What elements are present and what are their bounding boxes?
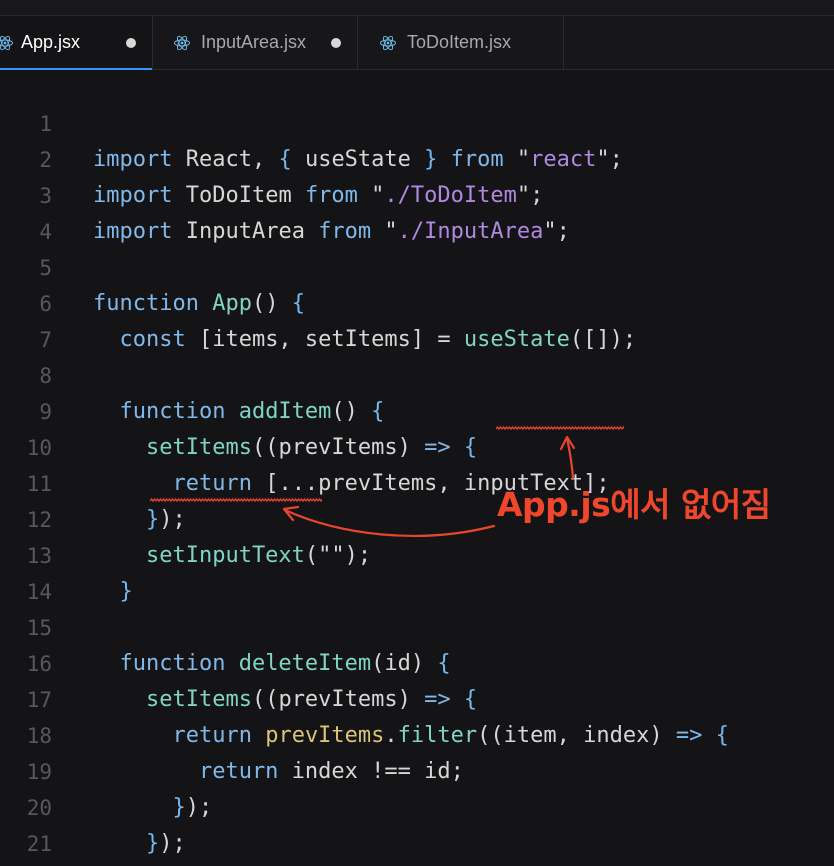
react-icon <box>174 35 190 51</box>
code-line: 1 import React, { useState } from "react… <box>0 70 834 172</box>
code-line: 21 } <box>0 790 834 856</box>
code-line: 9 setItems((prevItems) => { <box>0 358 834 460</box>
error-squiggle-setinputtext <box>150 497 322 503</box>
react-icon <box>0 35 13 51</box>
code-line: 18 return index !== id; <box>0 682 834 784</box>
code-line: 17 return prevItems.filter((item, index)… <box>0 646 834 748</box>
code-line: 8 function addItem() { <box>0 322 834 424</box>
tab-label: InputArea.jsx <box>201 32 307 52</box>
tab-todoitem-jsx[interactable]: ToDoItem.jsx <box>358 16 564 69</box>
code-line: 14 <box>0 538 834 604</box>
annotation-label: App.js에서 없어짐 <box>497 485 771 524</box>
code-line: 16 setItems((prevItems) => { <box>0 610 834 712</box>
code-line: 11 }); <box>0 430 834 532</box>
code-line: 4 <box>0 178 834 244</box>
code-line: 10 return [...prevItems, inputText]; <box>0 394 834 496</box>
tab-label: ToDoItem.jsx <box>407 32 512 52</box>
code-line: 2 import ToDoItem from "./ToDoItem"; <box>0 106 834 208</box>
code-line: 19 }); <box>0 718 834 820</box>
error-squiggle-inputtext <box>496 425 624 431</box>
code-editor[interactable]: 1 import React, { useState } from "react… <box>0 70 834 866</box>
code-text: } <box>93 862 133 866</box>
tab-app-jsx[interactable]: App.jsx <box>0 16 153 70</box>
code-line: 3 import InputArea from "./InputArea"; <box>0 142 834 244</box>
unsaved-dot-icon <box>126 38 136 48</box>
title-bar <box>0 0 834 16</box>
code-line: 20 }); <box>0 754 834 856</box>
code-line: 7 <box>0 286 834 352</box>
line-number: 22 <box>0 862 52 866</box>
unsaved-dot-icon <box>331 38 341 48</box>
code-line: 6 const [items, setItems] = useState([])… <box>0 250 834 352</box>
editor-tab-bar: App.jsx InputArea.jsx ToDoItem.jsx <box>0 16 834 70</box>
code-line: 22 <box>0 826 834 862</box>
react-icon <box>380 35 396 51</box>
code-line: 15 function deleteItem(id) { <box>0 574 834 676</box>
code-line: 5 function App() { <box>0 214 834 316</box>
tab-inputarea-jsx[interactable]: InputArea.jsx <box>153 16 358 69</box>
tab-label: App.jsx <box>21 32 81 52</box>
